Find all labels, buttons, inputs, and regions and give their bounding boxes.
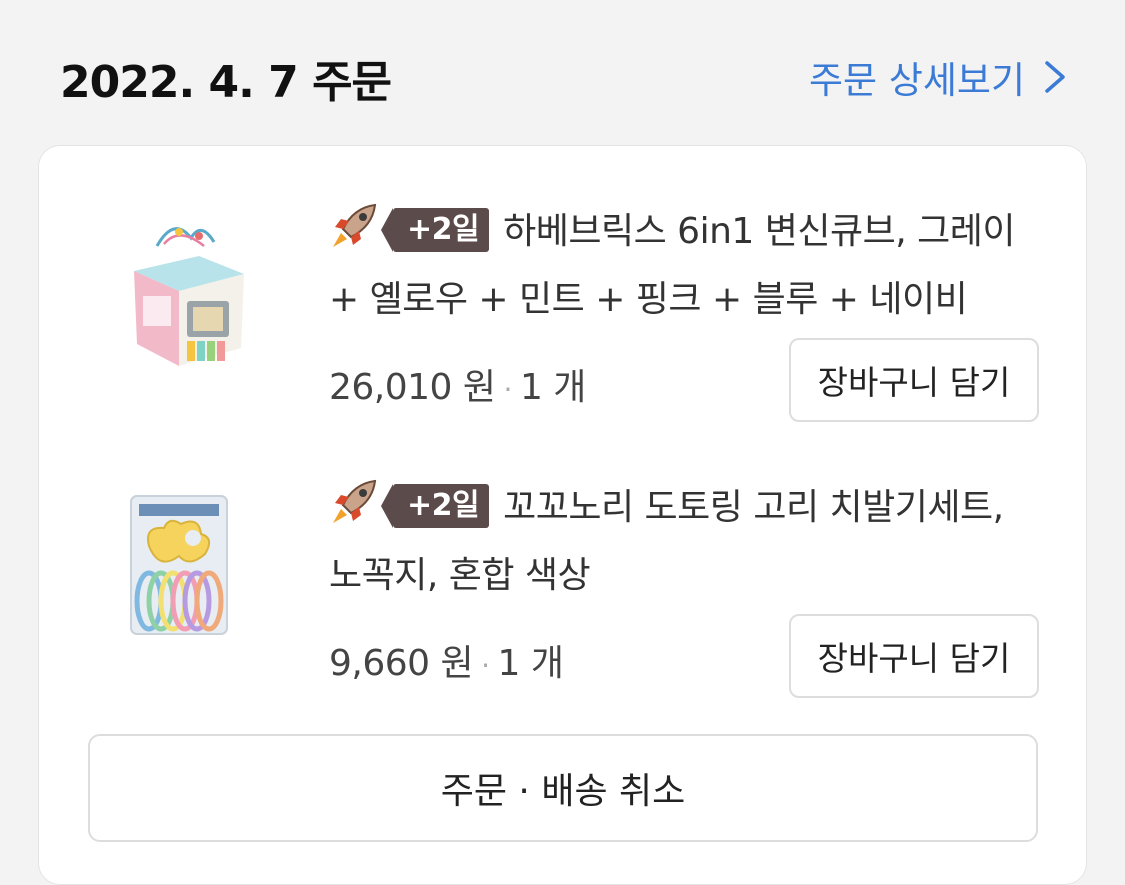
product-info: +2일 꼬꼬노리 도토링 고리 치발기세트, 노꼭지, 혼합 색상 — [329, 474, 1049, 610]
separator-dot: · — [481, 649, 490, 682]
order-header: 2022. 4. 7 주문 주문 상세보기 — [0, 0, 1125, 145]
cancel-order-button[interactable]: 주문 · 배송 취소 — [88, 734, 1038, 842]
rocket-delivery-icon — [333, 479, 377, 523]
teether-ring-set-image — [130, 495, 228, 635]
product-info: +2일 하베브릭스 6in1 변신큐브, 그레이 + 옐로우 + 민트 + 핑크 … — [329, 198, 1049, 334]
product-price: 26,010 원 — [329, 367, 496, 408]
activity-cube-toy-image — [134, 227, 244, 366]
order-date-title: 2022. 4. 7 주문 — [60, 57, 392, 108]
product-title-line1[interactable]: +2일 꼬꼬노리 도토링 고리 치발기세트, — [329, 474, 1049, 542]
order-item: +2일 꼬꼬노리 도토링 고리 치발기세트, 노꼭지, 혼합 색상 9,660 원… — [39, 436, 1088, 726]
add-to-cart-button[interactable]: 장바구니 담기 — [789, 614, 1039, 698]
rocket-delivery-icon — [333, 203, 377, 247]
delivery-badge: +2일 — [380, 208, 490, 252]
product-title-text: 꼬꼬노리 도토링 고리 치발기세트, — [503, 487, 1004, 528]
product-image[interactable] — [119, 216, 259, 376]
delivery-badge: +2일 — [380, 484, 490, 528]
product-title-text: 하베브릭스 6in1 변신큐브, 그레이 — [503, 211, 1015, 252]
product-title-line2[interactable]: 노꼭지, 혼합 색상 — [329, 542, 1049, 610]
price-quantity: 9,660 원 · 1 개 — [329, 634, 564, 686]
add-to-cart-button[interactable]: 장바구니 담기 — [789, 338, 1039, 422]
order-item: +2일 하베브릭스 6in1 변신큐브, 그레이 + 옐로우 + 민트 + 핑크 … — [39, 146, 1088, 436]
product-price: 9,660 원 — [329, 643, 474, 684]
product-image[interactable] — [119, 476, 259, 636]
product-quantity: 1 개 — [519, 367, 586, 408]
product-title-line2[interactable]: + 옐로우 + 민트 + 핑크 + 블루 + 네이비 — [329, 266, 1049, 334]
product-quantity: 1 개 — [497, 643, 564, 684]
order-card: +2일 하베브릭스 6in1 변신큐브, 그레이 + 옐로우 + 민트 + 핑크 … — [38, 145, 1087, 885]
price-quantity: 26,010 원 · 1 개 — [329, 358, 586, 410]
chevron-right-icon — [1045, 61, 1065, 93]
separator-dot: · — [503, 373, 513, 406]
product-title-line1[interactable]: +2일 하베브릭스 6in1 변신큐브, 그레이 — [329, 198, 1049, 266]
order-detail-label: 주문 상세보기 — [808, 59, 1025, 102]
order-detail-link[interactable]: 주문 상세보기 — [809, 50, 1067, 104]
